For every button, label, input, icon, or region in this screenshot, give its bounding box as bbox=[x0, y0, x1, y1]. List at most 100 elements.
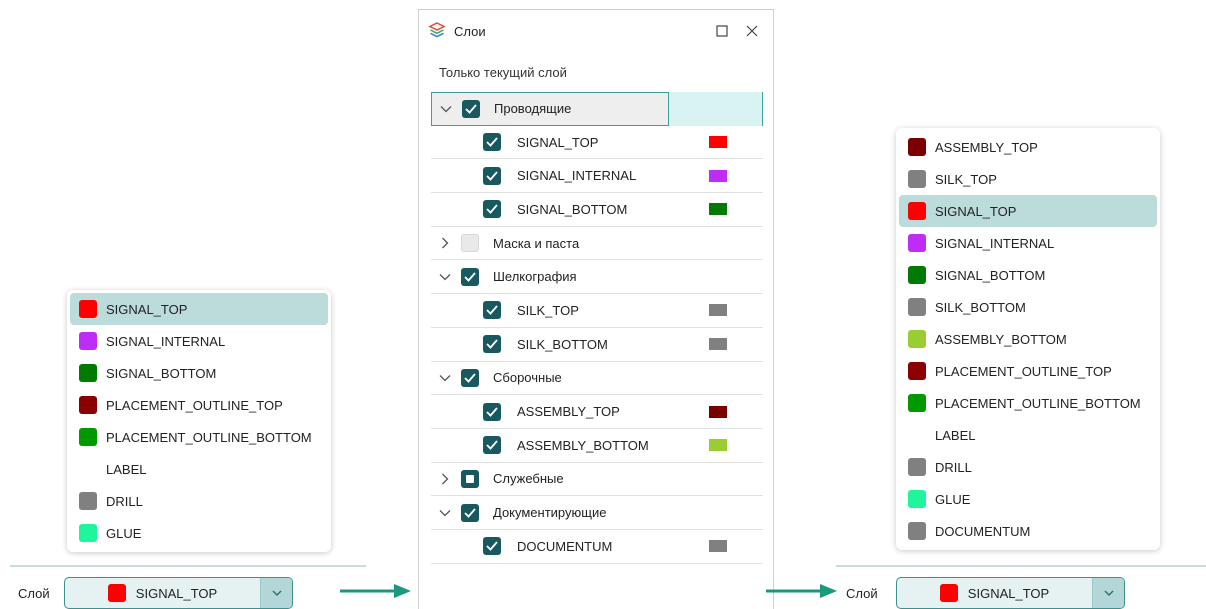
layer-group-row[interactable]: Маска и паста bbox=[431, 227, 763, 261]
chevron-down-icon[interactable] bbox=[1092, 578, 1124, 608]
layer-group-label: Сборочные bbox=[493, 370, 562, 386]
checkbox[interactable] bbox=[461, 503, 479, 522]
layer-label: SIGNAL_TOP bbox=[517, 134, 599, 150]
layer-group-row[interactable]: Служебные bbox=[431, 463, 763, 497]
layer-color-swatch bbox=[908, 522, 926, 540]
dropdown-option-label: SIGNAL_BOTTOM bbox=[106, 365, 217, 381]
dropdown-option-label: SILK_BOTTOM bbox=[935, 299, 1026, 315]
checkbox[interactable] bbox=[483, 537, 501, 556]
layer-group-row[interactable]: Проводящие bbox=[431, 92, 763, 126]
layer-color-swatch bbox=[79, 460, 97, 478]
layer-color-swatch bbox=[908, 426, 926, 444]
dropdown-option[interactable]: ASSEMBLY_BOTTOM bbox=[899, 323, 1157, 355]
dropdown-option[interactable]: DRILL bbox=[899, 451, 1157, 483]
layer-color-swatch[interactable] bbox=[709, 203, 727, 216]
layer-group-label: Документирующие bbox=[493, 505, 607, 521]
layer-select-right[interactable]: SIGNAL_TOP bbox=[896, 577, 1125, 609]
layer-row[interactable]: ASSEMBLY_BOTTOM bbox=[431, 429, 763, 463]
layer-color-swatch bbox=[79, 428, 97, 446]
dropdown-option[interactable]: PLACEMENT_OUTLINE_TOP bbox=[70, 389, 328, 421]
layer-group-row[interactable]: Документирующие bbox=[431, 496, 763, 530]
checkbox[interactable] bbox=[483, 335, 501, 354]
dropdown-option-label: SILK_TOP bbox=[935, 171, 997, 187]
dropdown-option[interactable]: SIGNAL_INTERNAL bbox=[899, 227, 1157, 259]
dropdown-option[interactable]: PLACEMENT_OUTLINE_BOTTOM bbox=[899, 387, 1157, 419]
dropdown-option[interactable]: SILK_BOTTOM bbox=[899, 291, 1157, 323]
dropdown-option-label: DRILL bbox=[935, 459, 972, 475]
close-icon[interactable] bbox=[737, 16, 767, 46]
dropdown-option[interactable]: SIGNAL_INTERNAL bbox=[70, 325, 328, 357]
checkbox[interactable] bbox=[462, 99, 480, 118]
checkbox[interactable] bbox=[483, 301, 501, 320]
layer-label: ASSEMBLY_TOP bbox=[517, 404, 620, 420]
checkbox[interactable] bbox=[483, 200, 501, 219]
dropdown-option-label: ASSEMBLY_TOP bbox=[935, 139, 1038, 155]
layer-select-left[interactable]: SIGNAL_TOP bbox=[64, 577, 293, 609]
chevron-right-icon[interactable] bbox=[433, 237, 457, 249]
chevron-down-icon[interactable] bbox=[433, 509, 457, 517]
layer-color-swatch[interactable] bbox=[709, 136, 727, 149]
dropdown-option[interactable]: ASSEMBLY_TOP bbox=[899, 131, 1157, 163]
layer-color-swatch[interactable] bbox=[709, 540, 727, 553]
layer-color-swatch bbox=[908, 490, 926, 508]
layer-row[interactable]: ASSEMBLY_TOP bbox=[431, 395, 763, 429]
dropdown-option[interactable]: GLUE bbox=[70, 517, 328, 549]
color-cell[interactable] bbox=[668, 92, 762, 126]
layer-row[interactable]: SILK_BOTTOM bbox=[431, 328, 763, 362]
dropdown-option-label: ASSEMBLY_BOTTOM bbox=[935, 331, 1067, 347]
checkbox[interactable] bbox=[461, 469, 479, 488]
chevron-down-icon[interactable] bbox=[433, 273, 457, 281]
dropdown-option[interactable]: PLACEMENT_OUTLINE_TOP bbox=[899, 355, 1157, 387]
layer-row[interactable]: DOCUMENTUM bbox=[431, 530, 763, 564]
dropdown-option[interactable]: GLUE bbox=[899, 483, 1157, 515]
dropdown-option[interactable]: LABEL bbox=[899, 419, 1157, 451]
layer-selector-bar-right: Слой SIGNAL_TOP bbox=[842, 577, 1125, 609]
layer-color-swatch[interactable] bbox=[709, 439, 727, 452]
layer-row[interactable]: SILK_TOP bbox=[431, 294, 763, 328]
layer-color-swatch[interactable] bbox=[709, 169, 727, 182]
dropdown-option-label: SIGNAL_TOP bbox=[106, 301, 188, 317]
dropdown-option[interactable]: DOCUMENTUM bbox=[899, 515, 1157, 547]
chevron-down-icon[interactable] bbox=[433, 374, 457, 382]
chevron-right-icon[interactable] bbox=[433, 473, 457, 485]
checkbox[interactable] bbox=[483, 133, 501, 152]
layer-group-label: Служебные bbox=[493, 471, 564, 487]
layer-dropdown-list-left: SIGNAL_TOP SIGNAL_INTERNAL SIGNAL_BOTTOM PL… bbox=[67, 290, 331, 552]
dropdown-option[interactable]: PLACEMENT_OUTLINE_BOTTOM bbox=[70, 421, 328, 453]
dropdown-option-label: PLACEMENT_OUTLINE_BOTTOM bbox=[935, 395, 1141, 411]
chevron-down-icon[interactable] bbox=[434, 105, 458, 113]
maximize-icon[interactable] bbox=[707, 16, 737, 46]
dropdown-option-label: GLUE bbox=[106, 525, 142, 541]
dropdown-option[interactable]: LABEL bbox=[70, 453, 328, 485]
checkbox[interactable] bbox=[461, 234, 479, 253]
checkbox[interactable] bbox=[461, 267, 479, 286]
layer-select-text: SIGNAL_TOP bbox=[967, 585, 1050, 601]
layer-group-row[interactable]: Сборочные bbox=[431, 362, 763, 396]
layer-row[interactable]: SIGNAL_INTERNAL bbox=[431, 159, 763, 194]
layer-row[interactable]: SIGNAL_TOP bbox=[431, 126, 763, 160]
dropdown-option[interactable]: SIGNAL_BOTTOM bbox=[899, 259, 1157, 291]
layer-color-swatch[interactable] bbox=[709, 304, 727, 317]
layer-color-swatch[interactable] bbox=[709, 405, 727, 418]
only-current-layer-toggle[interactable]: Только текущий слой bbox=[419, 52, 773, 92]
dropdown-option-label: SIGNAL_INTERNAL bbox=[935, 235, 1055, 251]
layer-color-swatch bbox=[79, 332, 97, 350]
dropdown-option[interactable]: SILK_TOP bbox=[899, 163, 1157, 195]
layer-color-swatch[interactable] bbox=[709, 338, 727, 351]
checkbox[interactable] bbox=[483, 436, 501, 455]
dropdown-option[interactable]: SIGNAL_BOTTOM bbox=[70, 357, 328, 389]
dropdown-option[interactable]: SIGNAL_TOP bbox=[70, 293, 328, 325]
layer-color-swatch bbox=[79, 492, 97, 510]
checkbox[interactable] bbox=[483, 402, 501, 421]
dropdown-option[interactable]: DRILL bbox=[70, 485, 328, 517]
layer-color-swatch bbox=[908, 330, 926, 348]
checkbox[interactable] bbox=[483, 166, 501, 185]
chevron-down-icon[interactable] bbox=[260, 578, 292, 608]
layer-color-swatch bbox=[908, 266, 926, 284]
layer-group-row[interactable]: Шелкография bbox=[431, 260, 763, 295]
dropdown-option[interactable]: SIGNAL_TOP bbox=[899, 195, 1157, 227]
layer-selector-bar-left: Слой SIGNAL_TOP bbox=[14, 577, 293, 609]
layer-label: ASSEMBLY_BOTTOM bbox=[517, 437, 649, 453]
layer-row[interactable]: SIGNAL_BOTTOM bbox=[431, 193, 763, 227]
checkbox[interactable] bbox=[461, 368, 479, 387]
